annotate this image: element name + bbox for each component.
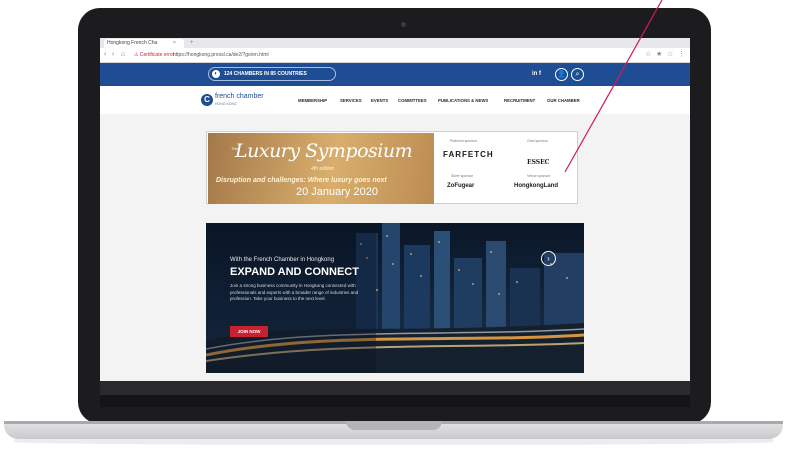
annotation-pointer-line [564,0,663,173]
